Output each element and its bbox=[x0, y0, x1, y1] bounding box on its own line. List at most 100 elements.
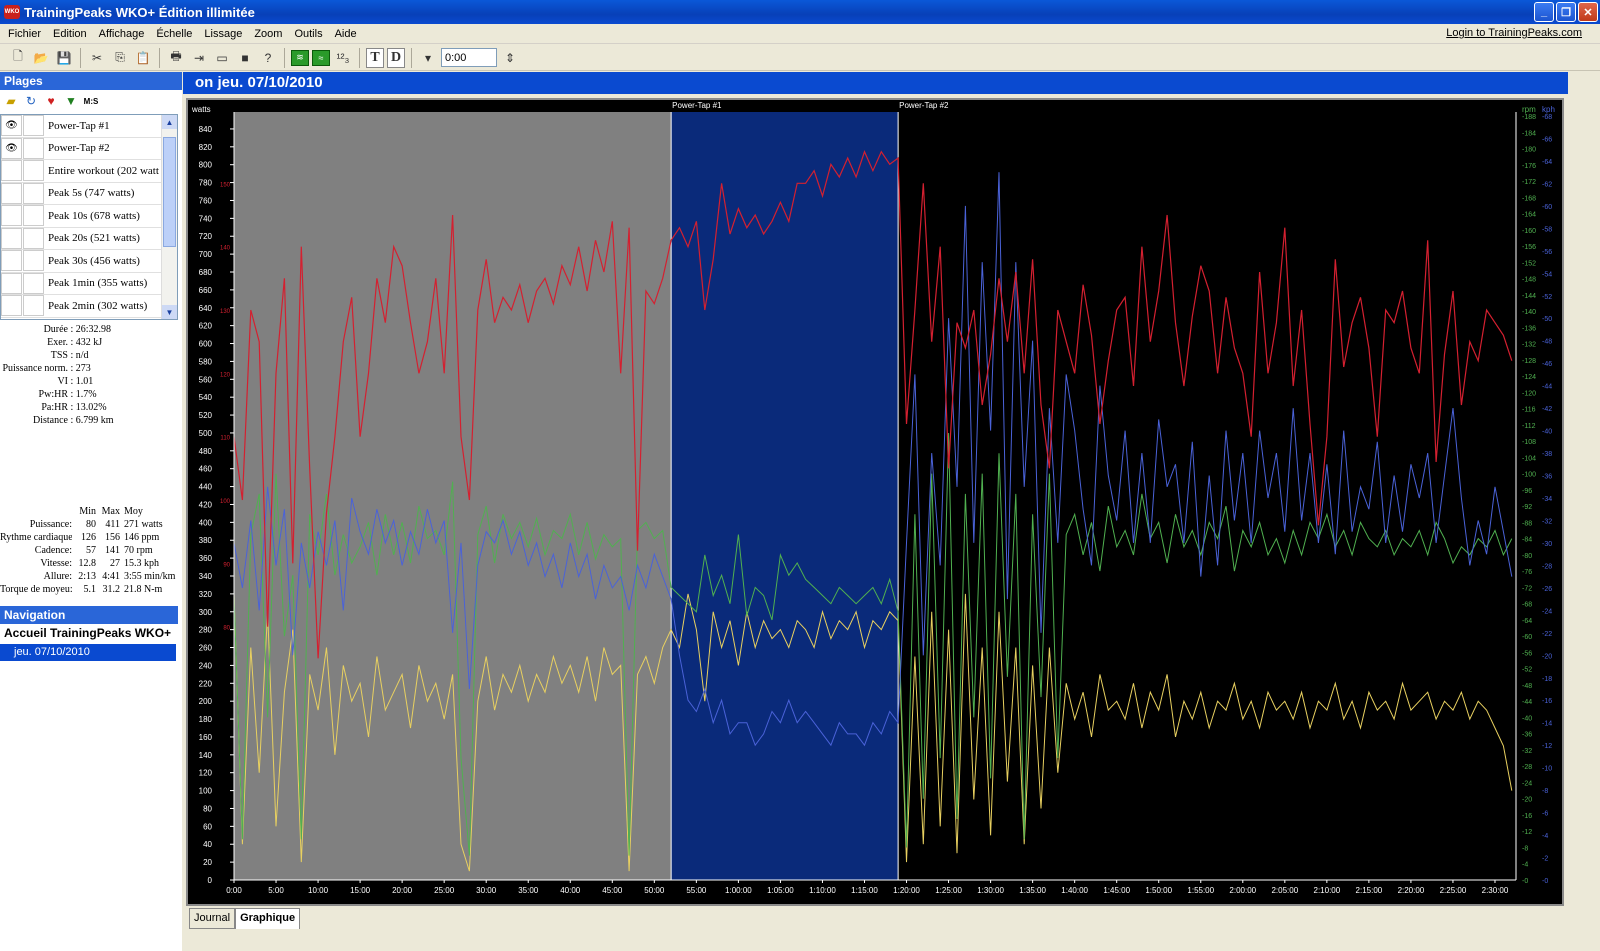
y-tick-kph: -22 bbox=[1542, 631, 1552, 638]
range-check[interactable] bbox=[23, 295, 44, 317]
menu-aide[interactable]: Aide bbox=[329, 28, 363, 40]
range-row[interactable]: Peak 5s (747 watts) bbox=[1, 182, 177, 205]
range-check[interactable] bbox=[23, 160, 44, 182]
range-visibility[interactable] bbox=[1, 227, 22, 249]
scroll-thumb[interactable] bbox=[163, 137, 176, 247]
range-visibility[interactable] bbox=[1, 205, 22, 227]
y-tick-kph: -64 bbox=[1542, 159, 1552, 166]
window-icon[interactable]: ■ bbox=[235, 48, 255, 68]
nav-home[interactable]: Accueil TrainingPeaks WKO+ bbox=[4, 626, 171, 640]
help-icon[interactable]: ? bbox=[258, 48, 278, 68]
range-check[interactable] bbox=[23, 205, 44, 227]
y-tick-rpm: -156 bbox=[1522, 244, 1536, 251]
y-tick-watts: 260 bbox=[199, 644, 213, 653]
range-check[interactable] bbox=[23, 227, 44, 249]
range-visibility[interactable] bbox=[1, 272, 22, 294]
menu-echelle[interactable]: Échelle bbox=[150, 28, 198, 40]
shield-icon[interactable]: ▼ bbox=[64, 94, 78, 108]
heart-icon[interactable]: ♥ bbox=[44, 94, 58, 108]
range-row[interactable]: Peak 30s (456 watts) bbox=[1, 250, 177, 273]
range-check[interactable] bbox=[23, 115, 44, 137]
y-tick-watts: 340 bbox=[199, 572, 213, 581]
scroll-down-icon[interactable]: ▼ bbox=[162, 305, 177, 319]
restore-button[interactable]: ❐ bbox=[1556, 2, 1576, 22]
range-row[interactable]: Peak 2min (302 watts) bbox=[1, 295, 177, 318]
x-tick-label: 40:00 bbox=[560, 886, 581, 895]
title-bar: WKO TrainingPeaks WKO+ Édition illimitée… bbox=[0, 0, 1600, 24]
workout-chart[interactable]: Power-Tap #1 Power-Tap #2 watts rpm kph 0 20 40… bbox=[188, 100, 1562, 904]
range-check[interactable] bbox=[23, 137, 44, 159]
minimize-button[interactable]: _ bbox=[1534, 2, 1554, 22]
y-tick-kph: -58 bbox=[1542, 226, 1552, 233]
y-tick-watts: 140 bbox=[199, 751, 213, 760]
minmax-row: Vitesse: 12.8 27 15.3 kph bbox=[40, 558, 159, 569]
range-visibility[interactable] bbox=[1, 295, 22, 317]
numbers-icon[interactable]: ¹²₃ bbox=[333, 48, 353, 68]
range-visibility[interactable] bbox=[1, 182, 22, 204]
menu-affichage[interactable]: Affichage bbox=[93, 28, 151, 40]
range-visibility[interactable] bbox=[1, 160, 22, 182]
summary-key: VI bbox=[57, 376, 68, 387]
spinner-icon[interactable]: ⇕ bbox=[500, 48, 520, 68]
nav-selected-workout[interactable]: jeu. 07/10/2010 bbox=[0, 644, 176, 661]
summary-key: Pa:HR bbox=[41, 402, 68, 413]
time-axis-button[interactable]: T bbox=[366, 47, 384, 68]
header-min: Min bbox=[79, 506, 96, 517]
y-tick-watts: 420 bbox=[199, 500, 213, 509]
menu-fichier[interactable]: Fichier bbox=[2, 28, 47, 40]
y-tick-kph: -26 bbox=[1542, 586, 1552, 593]
range-list-scrollbar[interactable]: ▲ ▼ bbox=[161, 115, 177, 319]
range-row[interactable]: Peak 1min (355 watts) bbox=[1, 272, 177, 295]
tab-graphique[interactable]: Graphique bbox=[235, 908, 301, 929]
x-tick-label: 2:05:00 bbox=[1271, 886, 1298, 895]
eye-icon[interactable]: 👁 bbox=[1, 137, 22, 159]
range-check[interactable] bbox=[23, 182, 44, 204]
range-row[interactable]: Entire workout (202 watts) bbox=[1, 160, 177, 183]
range-row[interactable]: 👁 Power-Tap #2 bbox=[1, 137, 177, 160]
menu-outils[interactable]: Outils bbox=[288, 28, 328, 40]
save-icon[interactable]: 💾 bbox=[54, 48, 74, 68]
chart-stack-icon[interactable]: ≋ bbox=[291, 49, 309, 66]
open-icon[interactable]: 📂 bbox=[31, 48, 51, 68]
x-tick-label: 10:00 bbox=[308, 886, 329, 895]
paste-icon[interactable]: 📋 bbox=[133, 48, 153, 68]
y-tick-rpm: -136 bbox=[1522, 325, 1536, 332]
distance-axis-button[interactable]: D bbox=[387, 47, 405, 68]
chart-overlay-icon[interactable]: ≈ bbox=[312, 49, 330, 66]
close-button[interactable]: ✕ bbox=[1578, 2, 1598, 22]
x-tick-label: 30:00 bbox=[476, 886, 497, 895]
toolbar-separator bbox=[359, 47, 360, 68]
eye-icon[interactable]: 👁 bbox=[1, 115, 22, 137]
time-offset-input[interactable] bbox=[441, 48, 497, 67]
range-check[interactable] bbox=[23, 272, 44, 294]
range-row[interactable]: Peak 10s (678 watts) bbox=[1, 205, 177, 228]
dropdown-arrow-icon[interactable]: ▾ bbox=[418, 48, 438, 68]
y-tick-rpm: -168 bbox=[1522, 195, 1536, 202]
cut-icon[interactable]: ✂ bbox=[87, 48, 107, 68]
menu-lissage[interactable]: Lissage bbox=[198, 28, 248, 40]
print-icon[interactable]: 🖶 bbox=[166, 48, 186, 68]
layout-icon[interactable]: ▭ bbox=[212, 48, 232, 68]
scroll-up-icon[interactable]: ▲ bbox=[162, 115, 177, 129]
y-tick-rpm: -132 bbox=[1522, 342, 1536, 349]
range-check[interactable] bbox=[23, 250, 44, 272]
new-icon[interactable]: 🗋 bbox=[8, 48, 28, 68]
menu-edition[interactable]: Edition bbox=[47, 28, 93, 40]
y-tick-kph: -30 bbox=[1542, 541, 1552, 548]
tab-journal[interactable]: Journal bbox=[189, 908, 236, 929]
refresh-icon[interactable]: ↻ bbox=[24, 94, 38, 108]
ms-icon[interactable]: M:S bbox=[84, 94, 99, 108]
x-tick-label: 1:50:00 bbox=[1145, 886, 1172, 895]
y-tick-kph: -36 bbox=[1542, 474, 1552, 481]
menu-zoom[interactable]: Zoom bbox=[248, 28, 288, 40]
folder-icon[interactable]: ▰ bbox=[4, 94, 18, 108]
copy-icon[interactable]: ⎘ bbox=[110, 48, 130, 68]
export-icon[interactable]: ⇥ bbox=[189, 48, 209, 68]
range-row[interactable]: Peak 20s (521 watts) bbox=[1, 227, 177, 250]
y-tick-kph: -44 bbox=[1542, 384, 1552, 391]
range-visibility[interactable] bbox=[1, 250, 22, 272]
range-row[interactable]: 👁 Power-Tap #1 bbox=[1, 115, 177, 138]
login-link[interactable]: Login to TrainingPeaks.com bbox=[1446, 27, 1582, 39]
x-tick-label: 45:00 bbox=[602, 886, 623, 895]
range-label: Entire workout (202 watts) bbox=[48, 164, 159, 177]
